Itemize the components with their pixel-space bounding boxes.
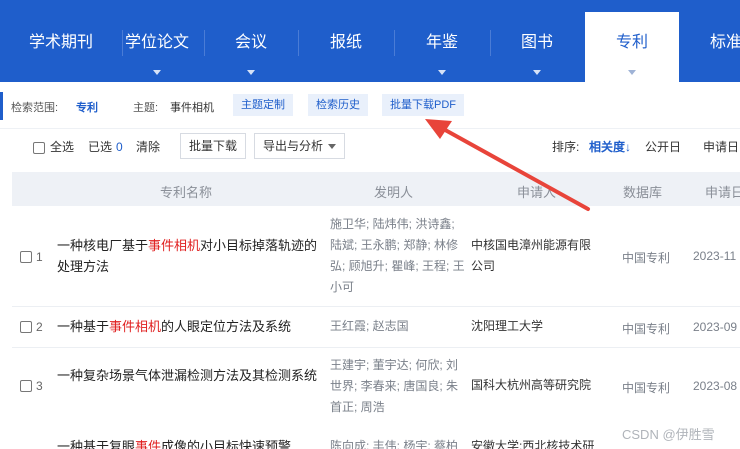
tab-label: 会议 xyxy=(234,34,267,51)
table-row[interactable]: 3 一种复杂场景气体泄漏检测方法及其检测系统 王建宇; 董宇达; 何欣; 刘世界… xyxy=(12,348,740,424)
subject-label: 主题: xyxy=(133,102,159,114)
clear-selection-link[interactable]: 清除 xyxy=(136,138,160,155)
tab-patents[interactable]: 专利 xyxy=(585,12,679,82)
column-header-inventor: 发明人 xyxy=(374,185,414,200)
csdn-watermark: CSDN @伊胜雪 xyxy=(622,427,715,442)
title-text: 一种核电厂基于 xyxy=(57,238,149,253)
search-scope-bar: 检索范围: 专利 主题: 事件相机 主题定制 检索历史 批量下载PDF xyxy=(0,82,740,128)
database-name: 中国专利 xyxy=(622,381,671,395)
application-date: 2023-09 xyxy=(693,320,738,334)
inventor-list[interactable]: 施卫华; 陆炜伟; 洪诗鑫; 陆斌; 王永鹏; 郑静; 林修弘; 顾旭升; 瞿峰… xyxy=(330,214,468,298)
title-text: 一种基于 xyxy=(57,319,110,334)
applicant-link[interactable]: 国科大杭州高等研究院 xyxy=(471,375,601,396)
tab-label: 年鉴 xyxy=(425,34,458,51)
sort-by-application-date[interactable]: 申请日 xyxy=(703,138,739,155)
title-text: 一种基于复眼 xyxy=(57,439,136,449)
checkbox[interactable] xyxy=(33,141,45,154)
selected-label: 已选 xyxy=(88,140,113,154)
batch-download-pdf-button[interactable]: 批量下载PDF xyxy=(382,94,464,116)
row-checkbox[interactable] xyxy=(20,251,32,263)
title-text: 的人眼定位方法及系统 xyxy=(161,319,292,334)
table-row[interactable]: 2 一种基于事件相机的人眼定位方法及系统 王红霞; 赵志国 沈阳理工大学 中国专… xyxy=(12,307,740,347)
scope-value: 专利 xyxy=(76,102,98,114)
selected-count-value: 0 xyxy=(116,140,123,154)
row-number: 3 xyxy=(36,379,43,393)
top-tab-bar: 学术期刊 学位论文 会议 报纸 年鉴 图书 专利 标准 xyxy=(0,0,740,82)
chevron-down-icon xyxy=(438,70,446,75)
row-number: 2 xyxy=(36,320,43,334)
patent-title-link[interactable]: 一种基于复眼事件成像的小目标快速预警 xyxy=(57,436,329,449)
table-header: 专利名称 发明人 申请人 数据库 申请日 xyxy=(12,172,740,206)
tab-newspaper[interactable]: 报纸 xyxy=(298,0,394,82)
row-checkbox[interactable] xyxy=(20,380,32,392)
row-checkbox[interactable] xyxy=(20,321,32,333)
title-text: 成像的小目标快速预警 xyxy=(161,439,292,449)
inventor-list[interactable]: 王红霞; 赵志国 xyxy=(330,316,468,337)
tab-label: 专利 xyxy=(615,34,648,51)
search-history-button[interactable]: 检索历史 xyxy=(308,94,368,116)
patent-title-link[interactable]: 一种核电厂基于事件相机对小目标掉落轨迹的处理方法 xyxy=(57,235,329,277)
arrow-down-icon: ↓ xyxy=(625,140,632,154)
title-highlight: 事件相机 xyxy=(109,319,162,334)
tab-label: 学术期刊 xyxy=(28,34,93,51)
tab-standards[interactable]: 标准 xyxy=(684,0,740,82)
applicant-link[interactable]: 中核国电漳州能源有限公司 xyxy=(471,235,601,277)
sort-label: 排序: xyxy=(552,140,580,154)
export-analysis-label: 导出与分析 xyxy=(263,139,324,153)
subject-value: 事件相机 xyxy=(170,102,214,114)
patent-title-link[interactable]: 一种复杂场景气体泄漏检测方法及其检测系统 xyxy=(57,365,329,386)
tab-academic-journals[interactable]: 学术期刊 xyxy=(0,0,122,82)
scope-label: 检索范围: xyxy=(11,102,59,114)
tab-label: 学位论文 xyxy=(124,34,189,51)
sort-by-publish-date[interactable]: 公开日 xyxy=(645,138,681,155)
tab-conference[interactable]: 会议 xyxy=(204,0,298,82)
table-row[interactable]: 1 一种核电厂基于事件相机对小目标掉落轨迹的处理方法 施卫华; 陆炜伟; 洪诗鑫… xyxy=(12,206,740,306)
topic-subscribe-button[interactable]: 主题定制 xyxy=(233,94,293,116)
tab-yearbook[interactable]: 年鉴 xyxy=(394,0,490,82)
patent-title-link[interactable]: 一种基于事件相机的人眼定位方法及系统 xyxy=(57,316,329,337)
chevron-down-icon xyxy=(628,70,636,75)
batch-download-button[interactable]: 批量下载 xyxy=(180,133,247,159)
results-toolbar: 全选 已选 0 清除 批量下载 导出与分析 排序: 相关度↓ 公开日 申请日 xyxy=(0,128,740,168)
inventor-list[interactable]: 王建宇; 董宇达; 何欣; 刘世界; 李春来; 唐国良; 朱首正; 周浩 xyxy=(330,355,468,418)
row-number: 1 xyxy=(36,250,43,264)
accent-bar xyxy=(0,92,3,120)
chevron-down-icon xyxy=(533,70,541,75)
export-analysis-dropdown[interactable]: 导出与分析 xyxy=(254,133,346,159)
chevron-down-icon xyxy=(247,70,255,75)
tab-label: 图书 xyxy=(520,34,553,51)
tab-label: 标准 xyxy=(710,34,740,51)
sort-active-label: 相关度 xyxy=(589,140,626,154)
column-header-application-date: 申请日 xyxy=(705,185,740,200)
select-all-label: 全选 xyxy=(50,140,75,154)
title-highlight: 事件相机 xyxy=(148,238,201,253)
database-name: 中国专利 xyxy=(622,322,671,336)
column-header-database: 数据库 xyxy=(623,185,663,200)
tab-dissertations[interactable]: 学位论文 xyxy=(112,0,202,82)
column-header-applicant: 申请人 xyxy=(517,185,557,200)
database-name: 中国专利 xyxy=(622,251,671,265)
application-date: 2023-08 xyxy=(693,379,738,393)
application-date: 2023-11 xyxy=(693,249,737,263)
tab-label: 报纸 xyxy=(329,34,362,51)
applicant-link[interactable]: 沈阳理工大学 xyxy=(471,316,601,337)
selected-count: 已选 0 xyxy=(88,138,123,155)
column-header-title: 专利名称 xyxy=(160,185,213,200)
select-all-checkbox[interactable]: 全选 xyxy=(33,138,74,155)
chevron-down-icon xyxy=(328,144,337,150)
chevron-down-icon xyxy=(153,70,161,75)
title-highlight: 事件 xyxy=(135,439,162,449)
applicant-link[interactable]: 安徽大学;西北核技术研 xyxy=(471,436,601,449)
tab-books[interactable]: 图书 xyxy=(490,0,584,82)
title-text: 一种复杂场景气体泄漏检测方法及其检测系统 xyxy=(57,368,318,383)
inventor-list[interactable]: 陈向成; 丰伟; 杨宇; 蔡柏 xyxy=(330,436,468,449)
sort-by-relevance[interactable]: 相关度↓ xyxy=(589,138,631,155)
